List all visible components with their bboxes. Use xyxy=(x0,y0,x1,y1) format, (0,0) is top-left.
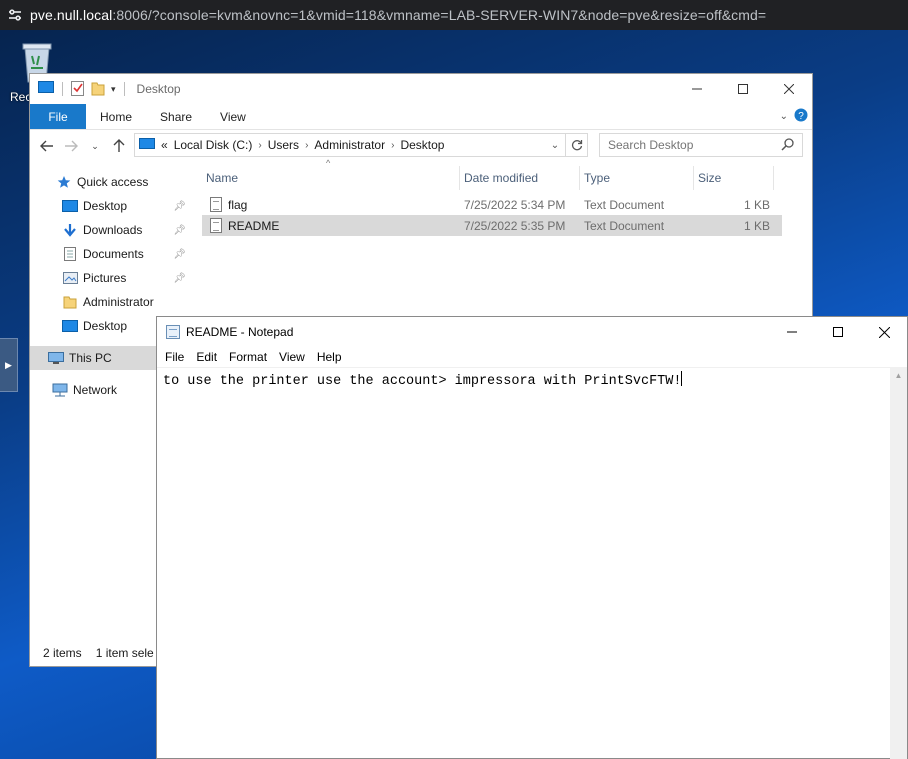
search-input[interactable] xyxy=(608,138,778,152)
explorer-title-bar: ▾ Desktop xyxy=(30,74,812,104)
nav-pictures[interactable]: Pictures 📌︎ xyxy=(30,266,190,290)
menu-file[interactable]: File xyxy=(159,350,190,364)
text-file-icon xyxy=(210,197,222,212)
text-file-icon xyxy=(210,218,222,233)
pin-icon[interactable]: 📌︎ xyxy=(173,249,186,260)
notepad-window: README - Notepad File Edit Format View H… xyxy=(156,316,908,759)
text-caret xyxy=(681,371,683,386)
menu-view[interactable]: View xyxy=(273,350,311,364)
notepad-icon xyxy=(166,325,180,339)
column-header-type[interactable]: Type xyxy=(580,166,694,190)
vertical-scrollbar[interactable]: ▲ xyxy=(890,367,907,759)
notepad-title-bar: README - Notepad xyxy=(157,317,907,347)
documents-icon xyxy=(62,247,78,261)
ribbon-tab-view[interactable]: View xyxy=(206,104,260,129)
file-name: README xyxy=(228,218,280,233)
table-row[interactable]: README 7/25/2022 5:35 PM Text Document 1… xyxy=(202,215,782,236)
svg-text:?: ? xyxy=(798,111,804,122)
maximize-icon[interactable] xyxy=(815,317,861,347)
pictures-icon xyxy=(62,271,78,285)
network-icon xyxy=(52,383,68,397)
recent-locations-chevron-icon[interactable]: ⌄ xyxy=(84,134,106,158)
chevron-right-icon[interactable]: › xyxy=(391,140,394,151)
minimize-icon[interactable] xyxy=(674,74,720,104)
menu-help[interactable]: Help xyxy=(311,350,348,364)
properties-icon[interactable] xyxy=(71,80,85,99)
file-name: flag xyxy=(228,197,248,212)
nav-desktop[interactable]: Desktop 📌︎ xyxy=(30,194,190,218)
new-folder-icon[interactable] xyxy=(91,80,105,99)
search-box[interactable] xyxy=(599,133,803,157)
nav-downloads[interactable]: Downloads 📌︎ xyxy=(30,218,190,242)
search-icon[interactable] xyxy=(781,138,794,154)
desktop-icon xyxy=(62,199,78,213)
desktop: Rec ▶ ▾ Desktop File Home Share View ⌄ ?… xyxy=(0,30,908,759)
nav-administrator[interactable]: Administrator xyxy=(30,290,190,314)
up-arrow-icon[interactable] xyxy=(108,134,130,158)
minimize-icon[interactable] xyxy=(769,317,815,347)
selection-count: 1 item sele xyxy=(95,646,154,660)
expand-ribbon-icon[interactable]: ⌄ xyxy=(780,111,788,122)
star-icon xyxy=(56,175,72,189)
breadcrumb-overflow[interactable]: « xyxy=(161,138,168,152)
breadcrumb-desktop[interactable]: Desktop xyxy=(400,138,444,152)
close-icon[interactable] xyxy=(861,317,907,347)
table-row[interactable]: flag 7/25/2022 5:34 PM Text Document 1 K… xyxy=(202,194,782,215)
pin-icon[interactable]: 📌︎ xyxy=(173,201,186,212)
file-type: Text Document xyxy=(584,218,665,233)
pin-icon[interactable]: 📌︎ xyxy=(173,225,186,236)
file-date: 7/25/2022 5:34 PM xyxy=(464,197,566,212)
nav-quick-access[interactable]: Quick access xyxy=(30,170,190,194)
explorer-window-icon xyxy=(38,81,54,97)
back-arrow-icon[interactable] xyxy=(36,134,58,158)
refresh-icon[interactable] xyxy=(565,134,587,156)
pin-icon[interactable]: 📌︎ xyxy=(173,273,186,284)
site-settings-icon[interactable] xyxy=(0,0,30,30)
column-header-name[interactable]: Name xyxy=(202,166,460,190)
menu-edit[interactable]: Edit xyxy=(190,350,223,364)
folder-icon xyxy=(62,295,78,309)
nav-documents[interactable]: Documents 📌︎ xyxy=(30,242,190,266)
explorer-title: Desktop xyxy=(136,82,181,96)
download-arrow-icon xyxy=(62,223,78,237)
file-size: 1 KB xyxy=(743,218,770,233)
file-list: ^ Name Date modified Type Size flag 7/25… xyxy=(202,158,782,236)
sort-ascending-icon: ^ xyxy=(326,158,331,168)
item-count: 2 items xyxy=(43,646,82,660)
file-size: 1 KB xyxy=(743,197,770,212)
breadcrumb-administrator[interactable]: Administrator xyxy=(314,138,385,152)
scroll-up-icon[interactable]: ▲ xyxy=(890,367,907,384)
breadcrumb-users[interactable]: Users xyxy=(268,138,299,152)
breadcrumb-local-disk[interactable]: Local Disk (C:) xyxy=(174,138,253,152)
column-header-date[interactable]: Date modified xyxy=(460,166,580,190)
location-icon xyxy=(139,137,155,153)
address-history-chevron-icon[interactable]: ⌄ xyxy=(545,140,565,151)
quick-access-dropdown-icon[interactable]: ▾ xyxy=(111,84,116,95)
computer-icon xyxy=(48,351,64,365)
help-icon[interactable]: ? xyxy=(794,108,808,125)
column-headers: ^ Name Date modified Type Size xyxy=(202,158,782,190)
close-icon[interactable] xyxy=(766,74,812,104)
ribbon-tabs: File Home Share View ⌄ ? xyxy=(30,104,812,130)
file-date: 7/25/2022 5:35 PM xyxy=(464,218,566,233)
ribbon-tab-share[interactable]: Share xyxy=(146,104,206,129)
forward-arrow-icon[interactable] xyxy=(60,134,82,158)
address-bar[interactable]: « Local Disk (C:) › Users › Administrato… xyxy=(134,133,588,157)
chevron-right-icon[interactable]: › xyxy=(258,140,261,151)
notepad-text-area[interactable]: to use the printer use the account> impr… xyxy=(157,367,891,759)
vnc-sidebar-toggle[interactable]: ▶ xyxy=(0,338,18,392)
notepad-content: to use the printer use the account> impr… xyxy=(163,374,682,389)
column-header-size[interactable]: Size xyxy=(694,166,774,190)
desktop-icon xyxy=(62,319,78,333)
url-text[interactable]: pve.null.local:8006/?console=kvm&novnc=1… xyxy=(30,7,766,23)
menu-format[interactable]: Format xyxy=(223,350,273,364)
notepad-title: README - Notepad xyxy=(186,325,294,339)
chevron-right-icon[interactable]: › xyxy=(305,140,308,151)
notepad-menu-bar: File Edit Format View Help xyxy=(157,347,907,367)
browser-address-bar[interactable]: pve.null.local:8006/?console=kvm&novnc=1… xyxy=(0,0,908,30)
ribbon-tab-home[interactable]: Home xyxy=(86,104,146,129)
maximize-icon[interactable] xyxy=(720,74,766,104)
file-type: Text Document xyxy=(584,197,665,212)
ribbon-tab-file[interactable]: File xyxy=(30,104,86,129)
